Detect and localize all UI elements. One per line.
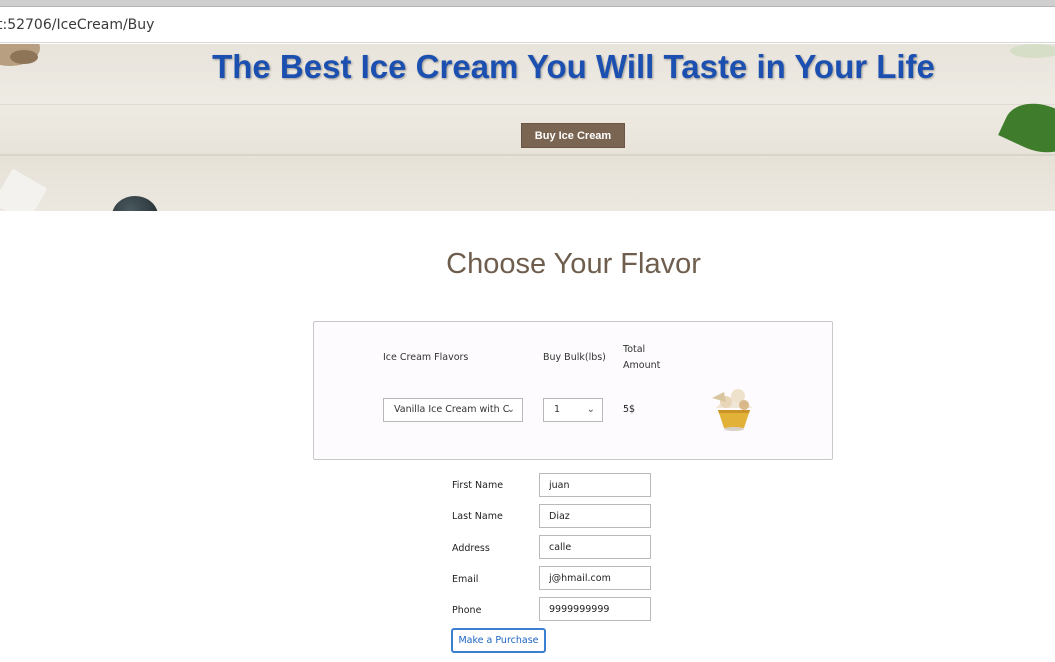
url-text[interactable]: t:52706/IceCream/Buy xyxy=(0,17,154,33)
browser-top-strip xyxy=(0,0,1055,7)
bulk-select[interactable]: 1 ⌄ xyxy=(543,398,603,422)
flavor-select-value: Vanilla Ice Cream with C xyxy=(394,404,510,415)
order-card: Ice Cream Flavors Buy Bulk(lbs) Total Am… xyxy=(313,321,833,460)
last-name-label: Last Name xyxy=(452,511,503,522)
first-name-label: First Name xyxy=(452,480,504,491)
address-bar[interactable]: t:52706/IceCream/Buy xyxy=(0,7,1055,43)
total-header-line2: Amount xyxy=(623,360,661,371)
phone-field[interactable] xyxy=(539,597,651,621)
flavors-header: Ice Cream Flavors xyxy=(383,352,469,363)
email-label: Email xyxy=(452,574,479,585)
hero-banner: The Best Ice Cream You Will Taste in You… xyxy=(0,44,1055,211)
section-title: Choose Your Flavor xyxy=(446,248,701,280)
total-header-line1: Total xyxy=(623,344,646,355)
hero-title: The Best Ice Cream You Will Taste in You… xyxy=(212,48,935,85)
bulk-select-value: 1 xyxy=(554,404,561,415)
chevron-down-icon: ⌄ xyxy=(506,404,515,415)
bulk-header: Buy Bulk(lbs) xyxy=(543,352,606,363)
address-field[interactable] xyxy=(539,535,651,559)
email-field[interactable] xyxy=(539,566,651,590)
flavor-select[interactable]: Vanilla Ice Cream with C ⌄ xyxy=(383,398,523,422)
make-purchase-button[interactable]: Make a Purchase xyxy=(451,628,546,653)
hero-texture xyxy=(0,104,1055,105)
total-amount: 5$ xyxy=(623,404,636,415)
address-label: Address xyxy=(452,543,490,554)
ice-cream-cup-image xyxy=(704,378,764,438)
hero-texture xyxy=(0,154,1055,156)
decor-ice xyxy=(0,168,48,211)
last-name-field[interactable] xyxy=(539,504,651,528)
chevron-down-icon: ⌄ xyxy=(586,404,595,415)
phone-label: Phone xyxy=(452,605,482,616)
decor-blueberry xyxy=(112,196,158,211)
first-name-field[interactable] xyxy=(539,473,651,497)
total-header: Total Amount xyxy=(623,342,660,374)
buy-ice-cream-button[interactable]: Buy Ice Cream xyxy=(521,123,625,148)
